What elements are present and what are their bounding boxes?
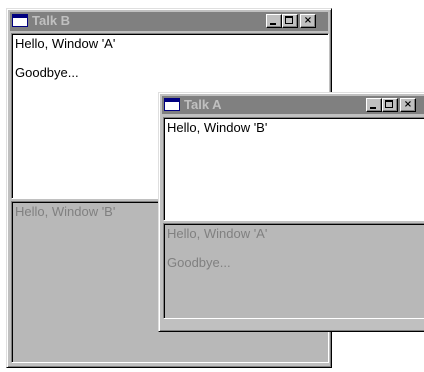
close-icon: × bbox=[403, 99, 413, 110]
maximize-button[interactable] bbox=[282, 14, 298, 28]
message-line: Goodbye... bbox=[167, 255, 231, 270]
message-line: Hello, Window 'B' bbox=[167, 120, 268, 135]
window-icon[interactable] bbox=[164, 98, 180, 111]
minimize-button[interactable] bbox=[266, 14, 282, 28]
maximize-button[interactable] bbox=[382, 98, 398, 112]
talk-a-titlebar[interactable]: Talk A × bbox=[162, 96, 424, 114]
minimize-button[interactable] bbox=[366, 98, 382, 112]
outgoing-message-pane[interactable]: Hello, Window 'A' Goodbye... bbox=[163, 223, 424, 319]
window-icon[interactable] bbox=[12, 14, 28, 27]
window-title: Talk B bbox=[32, 13, 71, 28]
window-title: Talk A bbox=[184, 97, 222, 112]
close-button[interactable]: × bbox=[300, 14, 316, 28]
talk-a-window[interactable]: Talk A × Hello, Window 'B' Hello, Window… bbox=[158, 92, 424, 332]
message-line: Goodbye... bbox=[15, 65, 79, 80]
message-line: Hello, Window 'A' bbox=[15, 36, 116, 51]
close-button[interactable]: × bbox=[400, 98, 416, 112]
incoming-message-pane[interactable]: Hello, Window 'B' bbox=[163, 117, 424, 221]
close-icon: × bbox=[303, 15, 313, 26]
talk-b-titlebar[interactable]: Talk B × bbox=[10, 12, 328, 31]
message-line: Hello, Window 'A' bbox=[167, 226, 268, 241]
